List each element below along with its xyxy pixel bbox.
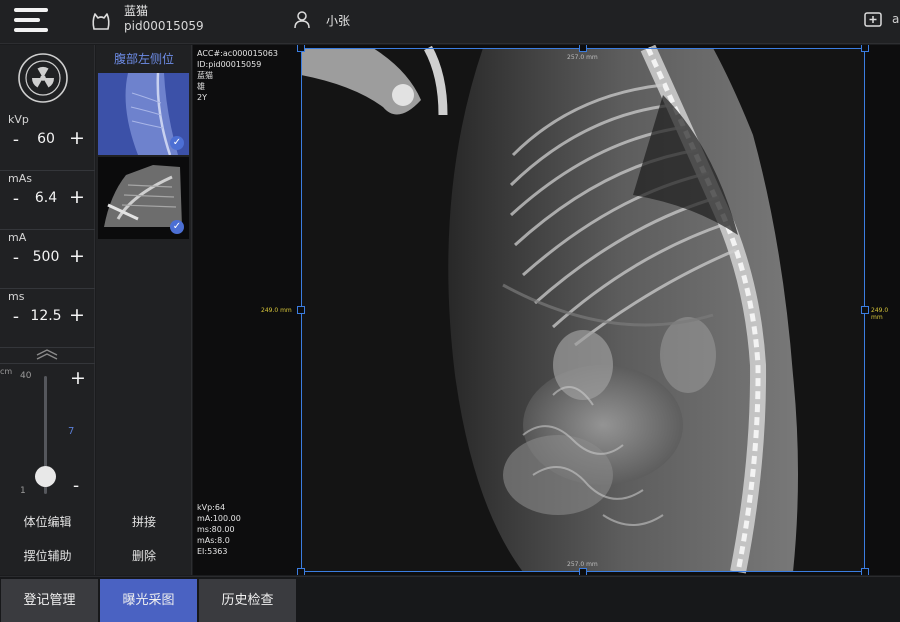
chevron-up-icon[interactable] <box>34 348 60 360</box>
thickness-max: 40 <box>20 371 32 381</box>
ms-decrease-button[interactable]: - <box>9 307 23 327</box>
delete-button[interactable]: 删除 <box>96 539 192 573</box>
ma-value[interactable]: 500 <box>24 249 68 265</box>
crop-handle-top[interactable] <box>579 45 587 52</box>
mas-label: mAs <box>8 172 32 185</box>
ms-label: ms <box>8 290 25 303</box>
radiation-icon[interactable] <box>17 52 69 104</box>
ma-control: mA - 500 + <box>0 231 95 289</box>
thickness-slider-handle[interactable] <box>35 465 56 487</box>
position-edit-button[interactable]: 体位编辑 <box>0 505 95 539</box>
patient-age: 2Y <box>197 93 207 102</box>
check-icon: ✓ <box>170 136 184 150</box>
thumbnail-item[interactable]: ✓ <box>98 157 189 239</box>
thickness-unit: cm <box>0 367 13 376</box>
ms-control: ms - 12.5 + <box>0 290 95 348</box>
thickness-current-value: 7 <box>68 426 75 437</box>
thickness-min: 1 <box>20 486 26 496</box>
crop-handle-top-right[interactable] <box>861 45 869 52</box>
exposure-info-overlay: kVp:64 mA:100.00 ms:80.00 mAs:8.0 EI:536… <box>197 502 241 557</box>
top-bar: 蓝猫 pid00015059 小张 a <box>0 0 900 44</box>
accession-number: ACC#:ac000015063 <box>197 49 279 58</box>
crop-handle-bottom[interactable] <box>579 568 587 575</box>
thickness-increase-button[interactable]: + <box>70 367 86 389</box>
kvp-label: kVp <box>8 113 29 126</box>
overlay-kvp: kVp:64 <box>197 503 226 512</box>
operator-name: 小张 <box>326 14 351 28</box>
exam-position-title[interactable]: 腹部左侧位 <box>96 50 192 67</box>
kvp-decrease-button[interactable]: - <box>9 130 23 150</box>
patient-id: pid00015059 <box>124 19 204 33</box>
crop-handle-top-left[interactable] <box>297 45 305 52</box>
tab-history[interactable]: 历史检查 <box>199 579 296 622</box>
overlay-mas: mAs:8.0 <box>197 536 230 545</box>
thumbnail-item[interactable]: ✓ <box>98 73 189 155</box>
crop-handle-left[interactable] <box>297 306 305 314</box>
kvp-increase-button[interactable]: + <box>69 127 85 149</box>
study-info-overlay: ACC#:ac000015063 ID:pid00015059 蓝猫 雄 2Y <box>197 48 278 103</box>
kvp-control: kVp - 60 + <box>0 113 95 171</box>
crop-handle-bottom-right[interactable] <box>861 568 869 575</box>
ma-increase-button[interactable]: + <box>69 245 85 267</box>
mas-increase-button[interactable]: + <box>69 186 85 208</box>
kvp-value[interactable]: 60 <box>24 131 68 147</box>
patient-id-overlay: ID:pid00015059 <box>197 60 262 69</box>
mas-decrease-button[interactable]: - <box>9 189 23 209</box>
user-icon <box>294 11 310 29</box>
crop-height-label-right: 249.0 mm <box>871 307 889 321</box>
thickness-decrease-button[interactable]: - <box>73 476 79 496</box>
patient-sex: 雄 <box>197 82 205 91</box>
patient-name-overlay: 蓝猫 <box>197 71 213 80</box>
bottom-navigation: 登记管理 曝光采图 历史检查 <box>0 576 900 622</box>
crop-handle-bottom-left[interactable] <box>297 568 305 575</box>
thickness-slider-panel: cm 40 + 7 - 1 <box>0 363 95 503</box>
overlay-ei: EI:5363 <box>197 547 228 556</box>
ms-increase-button[interactable]: + <box>69 304 85 326</box>
mas-value[interactable]: 6.4 <box>24 190 68 206</box>
mas-control: mAs - 6.4 + <box>0 172 95 230</box>
add-patient-icon[interactable] <box>864 11 882 29</box>
patient-name: 蓝猫 <box>124 4 149 18</box>
ms-value[interactable]: 12.5 <box>24 308 68 324</box>
crop-width-label-bottom: 257.0 mm <box>567 561 598 568</box>
add-patient-label: a <box>892 12 900 26</box>
crop-width-label-top: 257.0 mm <box>567 54 598 61</box>
hamburger-menu-icon[interactable] <box>14 8 50 34</box>
check-icon: ✓ <box>170 220 184 234</box>
tab-registration[interactable]: 登记管理 <box>1 579 98 622</box>
cat-head-icon <box>92 13 110 30</box>
exposure-parameter-panel: kVp - 60 + mAs - 6.4 + mA - 500 + ms - 1… <box>0 45 95 575</box>
ma-label: mA <box>8 231 27 244</box>
xray-image-viewer[interactable]: ACC#:ac000015063 ID:pid00015059 蓝猫 雄 2Y … <box>193 45 900 575</box>
stitch-button[interactable]: 拼接 <box>96 505 192 539</box>
crop-handle-right[interactable] <box>861 306 869 314</box>
ma-decrease-button[interactable]: - <box>9 248 23 268</box>
image-thumbnail-panel: 腹部左侧位 ✓ ✓ 拼接 删除 <box>96 45 192 575</box>
positioning-assist-button[interactable]: 摆位辅助 <box>0 539 95 573</box>
crop-height-label-left: 249.0 mm <box>261 307 292 314</box>
overlay-ma: mA:100.00 <box>197 514 241 523</box>
overlay-ms: ms:80.00 <box>197 525 235 534</box>
tab-exposure-acquisition[interactable]: 曝光采图 <box>100 579 197 622</box>
